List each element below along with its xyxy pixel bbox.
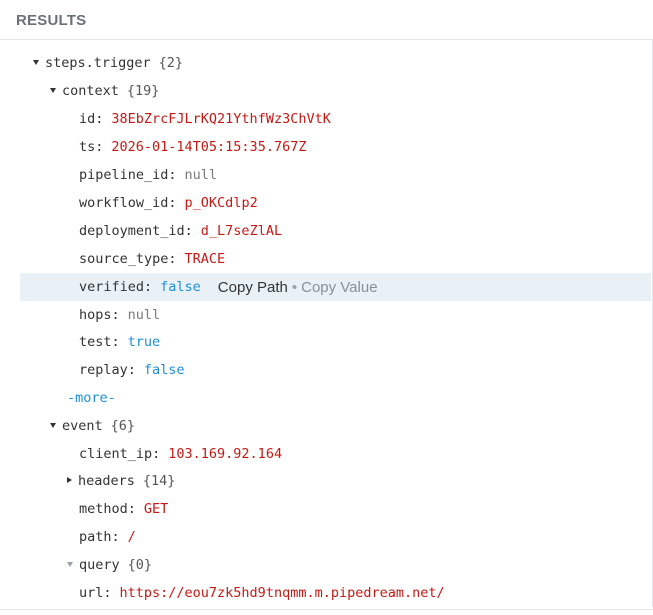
field-value: 103.169.92.164	[168, 446, 283, 462]
field-key: verified:	[79, 279, 153, 295]
field-value: null	[184, 167, 218, 183]
tree-field-id[interactable]: id: 38EbZrcFJLrKQ21YthfWz3ChVtK	[20, 105, 651, 133]
field-key: client_ip:	[79, 446, 161, 462]
caret-right-icon[interactable]	[67, 477, 72, 483]
tree-field-replay[interactable]: replay: false	[20, 356, 651, 384]
tree-field-url[interactable]: url: https://eou7zk5hd9tnqmm.m.pipedream…	[20, 579, 651, 607]
field-value: https://eou7zk5hd9tnqmm.m.pipedream.net/	[119, 585, 445, 601]
node-count: {0}	[127, 557, 153, 573]
field-value: GET	[143, 501, 169, 517]
tree-node-headers[interactable]: headers {14}	[20, 467, 651, 495]
field-key: hops:	[79, 307, 120, 323]
tree-node-event[interactable]: event {6}	[20, 412, 651, 440]
results-header: RESULTS	[0, 0, 653, 40]
copy-value-button[interactable]: Copy Value	[301, 279, 377, 296]
node-key: headers	[78, 473, 135, 489]
hover-actions: Copy Path • Copy Value	[218, 279, 378, 296]
tree-node-context[interactable]: context {19}	[20, 77, 651, 105]
tree-node-steps-trigger[interactable]: steps.trigger {2}	[20, 49, 651, 77]
copy-path-button[interactable]: Copy Path	[218, 279, 288, 296]
field-key: ts:	[79, 139, 104, 155]
tree-field-path[interactable]: path: /	[20, 523, 651, 551]
field-key: test:	[79, 334, 120, 350]
field-key: replay:	[79, 362, 136, 378]
field-value: d_L7seZlAL	[200, 223, 283, 239]
field-value: TRACE	[184, 251, 226, 267]
caret-down-icon[interactable]	[50, 87, 56, 93]
field-key: deployment_id:	[79, 223, 193, 239]
node-key: context	[62, 83, 119, 99]
field-value: false	[143, 362, 185, 378]
field-key: id:	[79, 111, 104, 127]
tree-field-pipeline-id[interactable]: pipeline_id: null	[20, 161, 651, 189]
field-value: false	[160, 279, 201, 295]
field-key: source_type:	[79, 251, 177, 267]
tree-field-verified[interactable]: verified: false Copy Path • Copy Value	[20, 273, 651, 301]
node-key: event	[62, 418, 103, 434]
field-value: /	[127, 529, 136, 545]
tree-node-query[interactable]: query {0}	[20, 551, 651, 579]
field-key: pipeline_id:	[79, 167, 177, 183]
field-value: 2026-01-14T05:15:35.767Z	[111, 139, 307, 155]
field-value: true	[127, 334, 161, 350]
tree-field-test[interactable]: test: true	[20, 328, 651, 356]
node-key: query	[79, 557, 120, 573]
field-key: workflow_id:	[79, 195, 177, 211]
more-link[interactable]: -more-	[67, 390, 116, 406]
field-key: method:	[79, 501, 136, 517]
results-title: RESULTS	[16, 12, 87, 29]
tree-field-client-ip[interactable]: client_ip: 103.169.92.164	[20, 440, 651, 468]
separator-dot: •	[291, 278, 298, 296]
caret-down-icon[interactable]	[50, 422, 56, 428]
node-count: {2}	[158, 55, 184, 71]
field-value: null	[127, 307, 161, 323]
tree-field-method[interactable]: method: GET	[20, 495, 651, 523]
caret-down-icon	[67, 561, 73, 567]
node-count: {19}	[126, 83, 160, 99]
field-key: url:	[79, 585, 112, 601]
tree-field-hops[interactable]: hops: null	[20, 301, 651, 329]
more-link-row: -more-	[20, 384, 651, 412]
tree-field-ts[interactable]: ts: 2026-01-14T05:15:35.767Z	[20, 133, 651, 161]
node-count: {14}	[142, 473, 176, 489]
tree-field-deployment-id[interactable]: deployment_id: d_L7seZlAL	[20, 217, 651, 245]
tree-field-source-type[interactable]: source_type: TRACE	[20, 245, 651, 273]
node-count: {6}	[110, 418, 136, 434]
field-value: 38EbZrcFJLrKQ21YthfWz3ChVtK	[111, 111, 331, 127]
tree-field-workflow-id[interactable]: workflow_id: p_OKCdlp2	[20, 189, 651, 217]
node-key: steps.trigger	[45, 55, 151, 71]
caret-down-icon[interactable]	[33, 59, 39, 65]
field-value: p_OKCdlp2	[184, 195, 258, 211]
panel-bottom-border	[0, 609, 653, 610]
field-key: path:	[79, 529, 120, 545]
